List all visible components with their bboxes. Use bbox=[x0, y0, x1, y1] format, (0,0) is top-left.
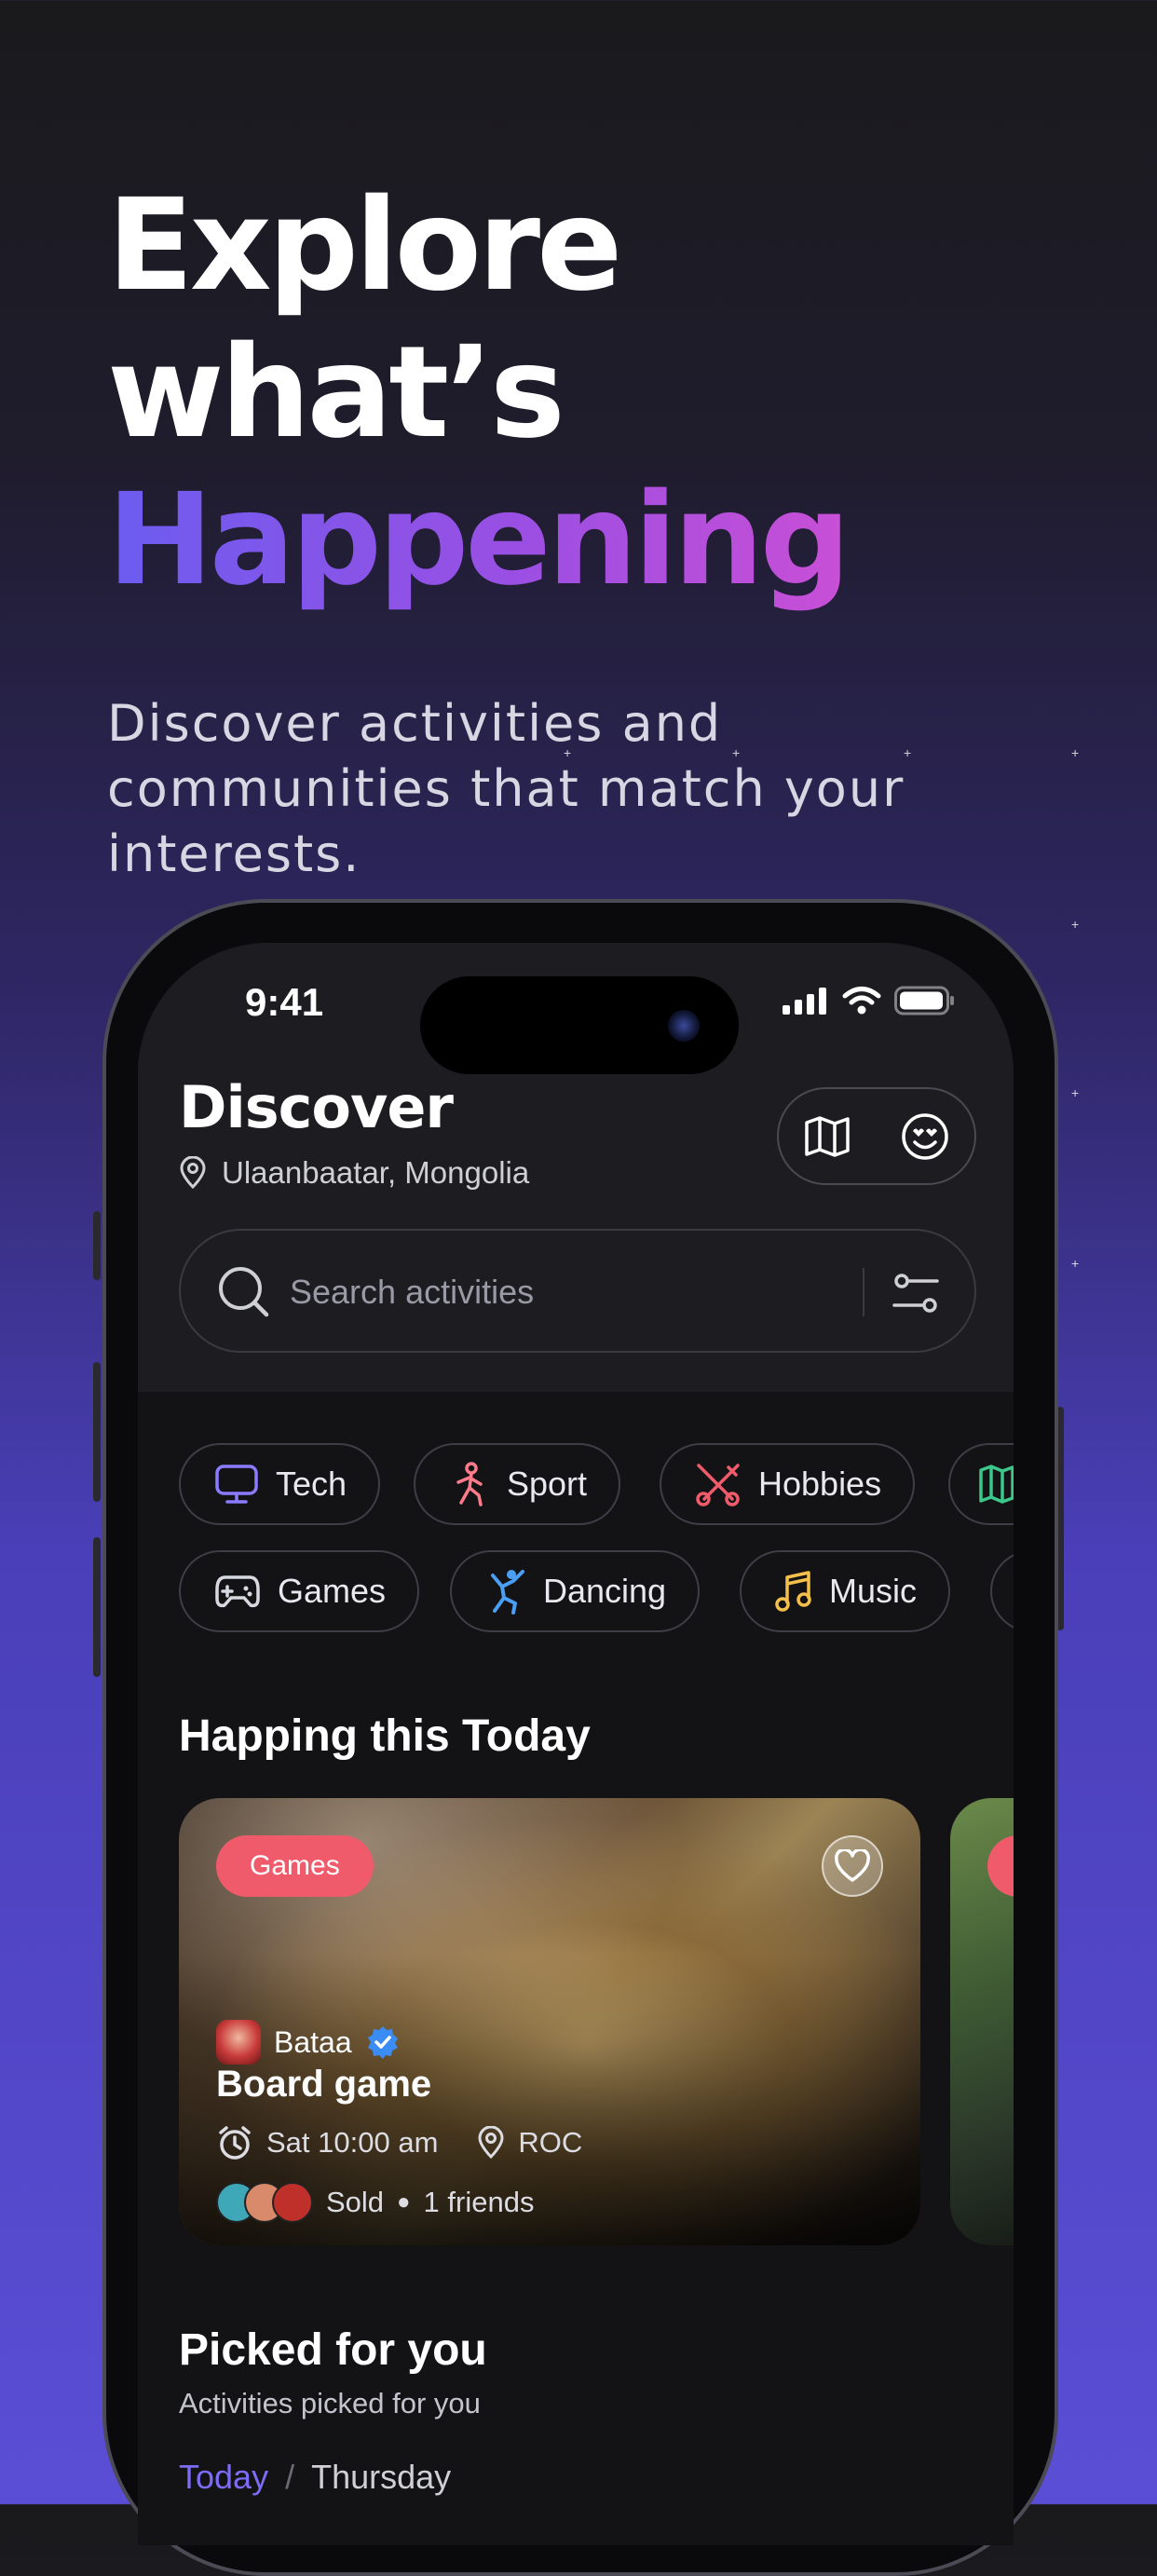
avatar bbox=[272, 2182, 313, 2223]
category-chip-sport[interactable]: Sport bbox=[414, 1443, 621, 1525]
search-icon bbox=[219, 1267, 269, 1317]
tab-separator: / bbox=[285, 2458, 295, 2496]
alarm-clock-icon bbox=[219, 2126, 251, 2160]
smile-heart-eyes-icon[interactable] bbox=[900, 1111, 950, 1162]
category-chip-games[interactable]: Games bbox=[179, 1550, 420, 1632]
avatar bbox=[216, 2020, 261, 2065]
verified-badge-icon bbox=[367, 2026, 398, 2059]
sparkle: + bbox=[1071, 917, 1080, 932]
hero-line-1: Explore bbox=[107, 172, 622, 320]
chip-label: Dancing bbox=[543, 1572, 667, 1610]
page-title: Discover bbox=[179, 1073, 454, 1141]
search-divider bbox=[863, 1268, 864, 1316]
category-chip-hobbies[interactable]: Hobbies bbox=[660, 1443, 916, 1525]
search-input[interactable] bbox=[288, 1266, 813, 1318]
monitor-icon bbox=[215, 1465, 258, 1504]
event-host[interactable]: Bataa bbox=[216, 2020, 401, 2065]
location-pin-icon bbox=[180, 1156, 206, 1190]
music-note-icon bbox=[775, 1571, 811, 1612]
chip-label: Hobbies bbox=[758, 1465, 882, 1503]
event-status: Sold bbox=[326, 2186, 385, 2218]
search-bar bbox=[179, 1229, 976, 1353]
event-card[interactable] bbox=[950, 1798, 1014, 2245]
location[interactable]: Ulaanbaatar, Mongolia bbox=[179, 1155, 529, 1191]
bullet-separator: ● bbox=[397, 2189, 411, 2215]
hero-headline: Explore what’s Happening bbox=[107, 172, 851, 614]
battery-icon bbox=[894, 986, 954, 1015]
crossed-tools-icon bbox=[696, 1464, 740, 1506]
wifi-icon bbox=[842, 987, 881, 1015]
phone-side-button bbox=[93, 1211, 101, 1280]
day-tabs: Today / Thursday bbox=[179, 2458, 451, 2497]
location-label: Ulaanbaatar, Mongolia bbox=[222, 1155, 530, 1190]
section-subtitle: Activities picked for you bbox=[179, 2387, 481, 2419]
heart-icon bbox=[835, 1849, 870, 1882]
section-title-today: Happing this Today bbox=[179, 1711, 591, 1761]
signal-icon bbox=[783, 988, 826, 1015]
category-chip-tech[interactable]: Tech bbox=[179, 1443, 381, 1525]
category-chip-travel[interactable] bbox=[948, 1443, 1014, 1525]
header-actions bbox=[777, 1087, 976, 1185]
favorite-button[interactable] bbox=[822, 1835, 883, 1897]
map-icon[interactable] bbox=[804, 1115, 851, 1158]
chip-label: Games bbox=[278, 1572, 387, 1610]
event-card[interactable]: Games Bataa Board game Sat 10:00 am ROC … bbox=[179, 1798, 920, 2245]
category-chip-dancing[interactable]: Dancing bbox=[450, 1550, 701, 1632]
hero-subtitle: Discover activities and communities that… bbox=[107, 694, 905, 883]
location-pin-icon bbox=[478, 2126, 504, 2160]
hero-line-3: Happening bbox=[107, 467, 851, 614]
filter-sliders-icon[interactable] bbox=[892, 1270, 939, 1316]
camera-icon bbox=[668, 1010, 700, 1042]
chip-label: Tech bbox=[276, 1465, 347, 1503]
event-time: Sat 10:00 am bbox=[266, 2126, 439, 2159]
event-tag: Games bbox=[216, 1835, 374, 1897]
status-time: 9:41 bbox=[245, 980, 324, 1024]
category-chip-more[interactable] bbox=[990, 1550, 1014, 1632]
event-friends: 1 friends bbox=[423, 2186, 535, 2218]
sparkle: + bbox=[1071, 1085, 1080, 1100]
dancer-icon bbox=[491, 1570, 524, 1615]
running-person-icon bbox=[456, 1462, 483, 1506]
app-screen: 9:41 Discover Ulaanbaatar, Mongolia Tech… bbox=[138, 943, 1014, 2545]
tab-today[interactable]: Today bbox=[179, 2458, 268, 2497]
chip-label: Music bbox=[829, 1572, 918, 1610]
category-chip-music[interactable]: Music bbox=[740, 1550, 951, 1632]
chip-label: Sport bbox=[507, 1465, 588, 1503]
tab-thursday[interactable]: Thursday bbox=[311, 2458, 451, 2497]
gamepad-icon bbox=[215, 1575, 260, 1608]
attendee-avatars bbox=[216, 2182, 313, 2223]
host-name: Bataa bbox=[274, 2024, 352, 2059]
map-icon bbox=[979, 1465, 1014, 1504]
event-meta: Sat 10:00 am ROC bbox=[216, 2124, 582, 2161]
phone-side-button bbox=[93, 1537, 101, 1677]
event-place: ROC bbox=[518, 2126, 583, 2159]
phone-side-button bbox=[93, 1362, 101, 1502]
event-title: Board game bbox=[216, 2064, 432, 2105]
status-icons bbox=[783, 986, 956, 1015]
event-attendees: Sold ● 1 friends bbox=[216, 2182, 534, 2223]
sparkle: + bbox=[1071, 1256, 1080, 1271]
event-tag bbox=[987, 1835, 1014, 1897]
dynamic-island bbox=[420, 976, 739, 1074]
section-title-picked: Picked for you bbox=[179, 2325, 487, 2375]
hero-line-2: what’s bbox=[107, 320, 565, 467]
